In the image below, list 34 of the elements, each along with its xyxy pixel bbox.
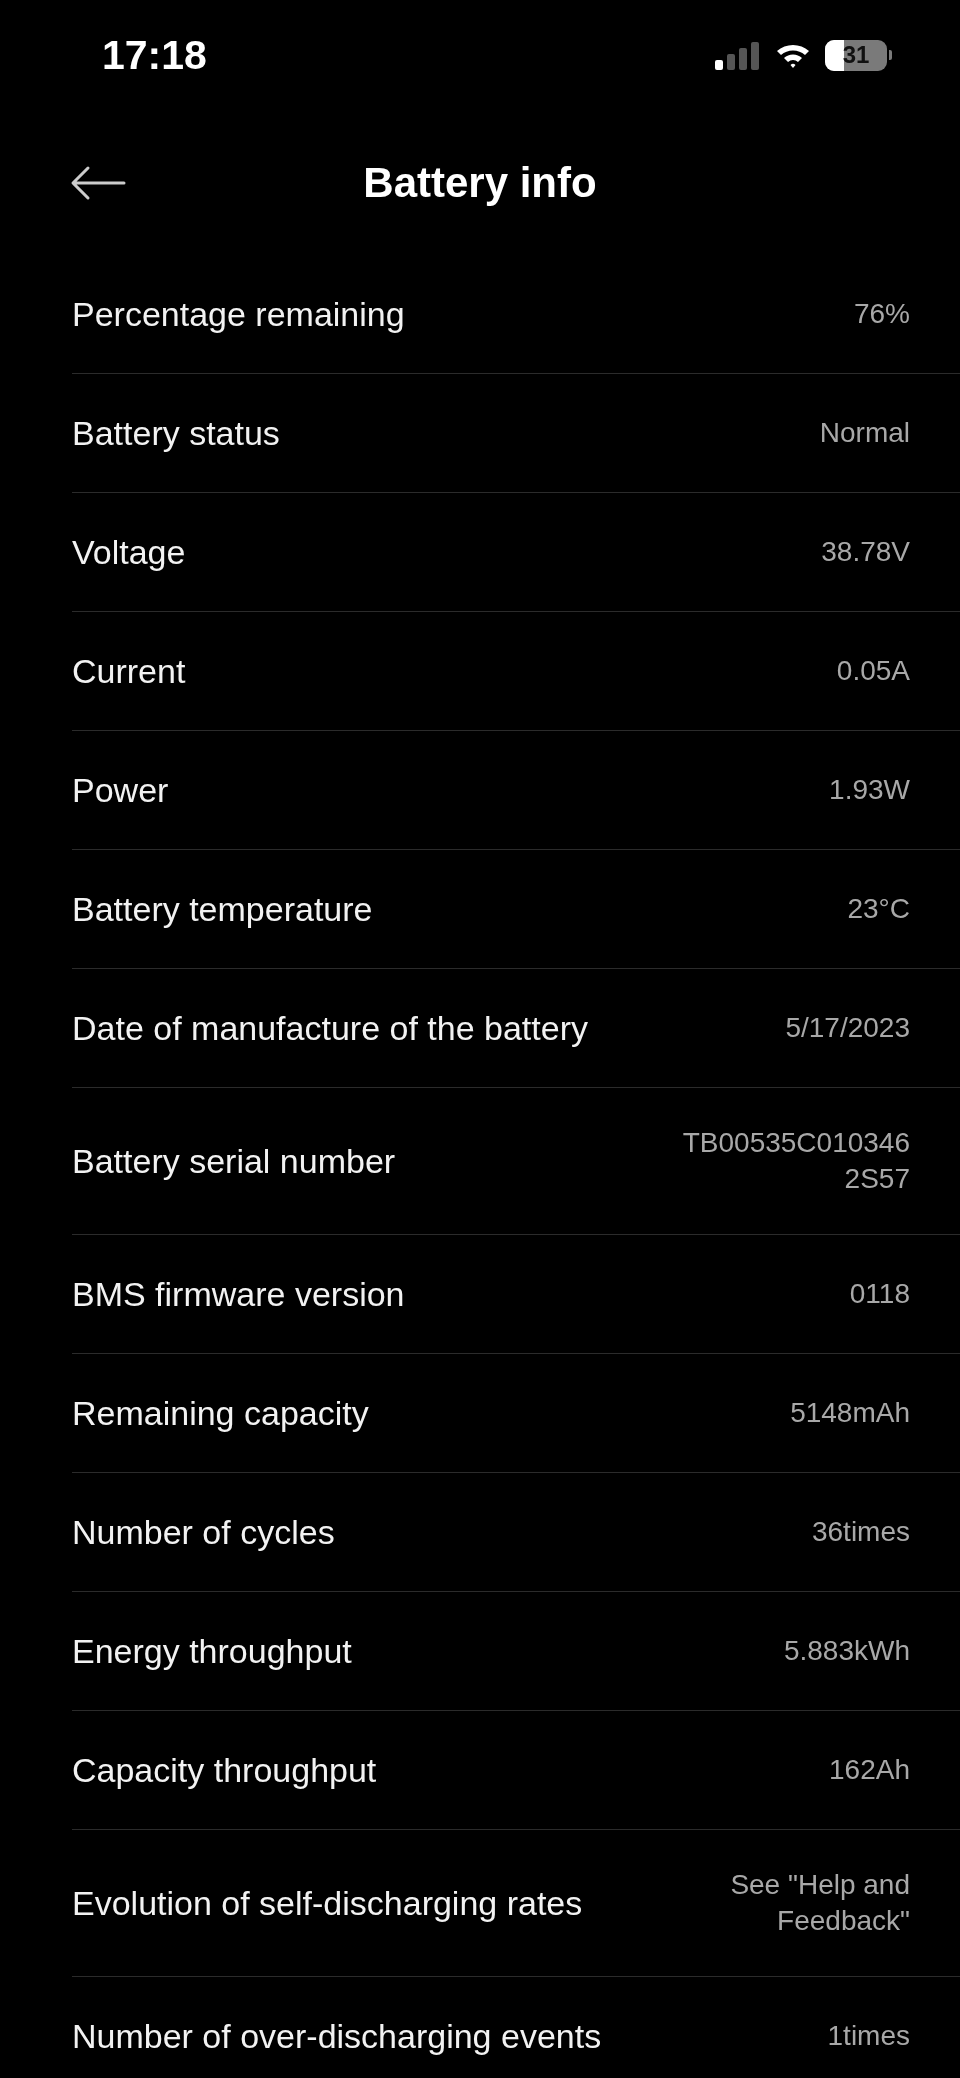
- clock-time: 17:18: [102, 31, 207, 79]
- setting-label: Battery temperature: [72, 888, 373, 930]
- page-title: Battery info: [363, 158, 597, 207]
- setting-label: Number of cycles: [72, 1511, 335, 1553]
- setting-label: Percentage remaining: [72, 293, 405, 335]
- setting-value: See "Help and Feedback": [729, 1868, 910, 1938]
- setting-value: 5.883kWh: [783, 1634, 910, 1669]
- setting-label: Capacity throughput: [72, 1749, 377, 1791]
- setting-label: Evolution of self-discharging rates: [72, 1882, 583, 1924]
- setting-label: Power: [72, 769, 169, 811]
- setting-value: 36times: [811, 1515, 910, 1550]
- back-arrow-icon[interactable]: [70, 165, 126, 201]
- setting-label: Voltage: [72, 531, 186, 573]
- setting-label: Date of manufacture of the battery: [72, 1007, 588, 1049]
- setting-label: Energy throughput: [72, 1630, 352, 1672]
- setting-value: 23°C: [847, 892, 910, 927]
- setting-label: BMS firmware version: [72, 1273, 405, 1315]
- signal-icon: [715, 40, 761, 70]
- setting-value: 162Ah: [829, 1753, 910, 1788]
- setting-value: 0.05A: [836, 654, 910, 689]
- setting-value: TB00535C0103462S57: [681, 1126, 910, 1196]
- setting-value: 76%: [853, 297, 910, 332]
- setting-value: Normal: [819, 416, 910, 451]
- setting-value: 1.93W: [829, 773, 910, 808]
- setting-value: 0118: [849, 1277, 910, 1312]
- setting-label: Current: [72, 650, 186, 692]
- setting-label: Number of over-discharging events: [72, 2015, 602, 2057]
- setting-value: 1times: [827, 2019, 910, 2054]
- setting-value: 38.78V: [821, 535, 910, 570]
- setting-value: 5148mAh: [790, 1396, 910, 1431]
- setting-label: Battery status: [72, 412, 280, 454]
- setting-value: 5/17/2023: [785, 1011, 910, 1046]
- setting-label: Remaining capacity: [72, 1392, 369, 1434]
- setting-label: Battery serial number: [72, 1140, 396, 1182]
